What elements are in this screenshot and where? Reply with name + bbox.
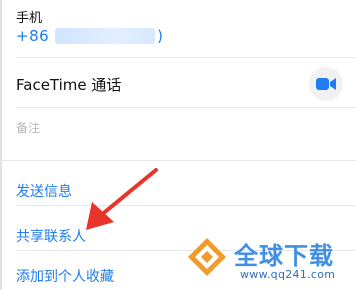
phone-label: 手机 [16, 11, 43, 26]
watermark-url: www.qq241.com [240, 268, 336, 281]
download-logo-icon [188, 238, 226, 276]
facetime-video-button[interactable] [309, 67, 343, 101]
phone-number-blur [55, 28, 156, 44]
notes-field[interactable]: 备注 [16, 119, 40, 136]
divider [16, 107, 356, 108]
left-edge-border [0, 0, 2, 290]
red-arrow-annotation [86, 168, 158, 230]
facetime-label: FaceTime 通话 [16, 76, 122, 94]
phone-prefix: +86 [16, 27, 50, 45]
divider [16, 205, 356, 206]
send-message-button[interactable]: 发送信息 [16, 181, 72, 201]
section-divider [0, 160, 356, 161]
video-camera-icon [316, 78, 336, 90]
share-contact-button[interactable]: 共享联系人 [16, 226, 86, 246]
phone-number[interactable]: +86 ) [16, 26, 163, 46]
add-to-favorites-button[interactable]: 添加到个人收藏 [16, 266, 114, 286]
watermark-title: 全球下载 [234, 242, 334, 270]
divider [16, 57, 356, 58]
phone-suffix: ) [157, 27, 164, 45]
